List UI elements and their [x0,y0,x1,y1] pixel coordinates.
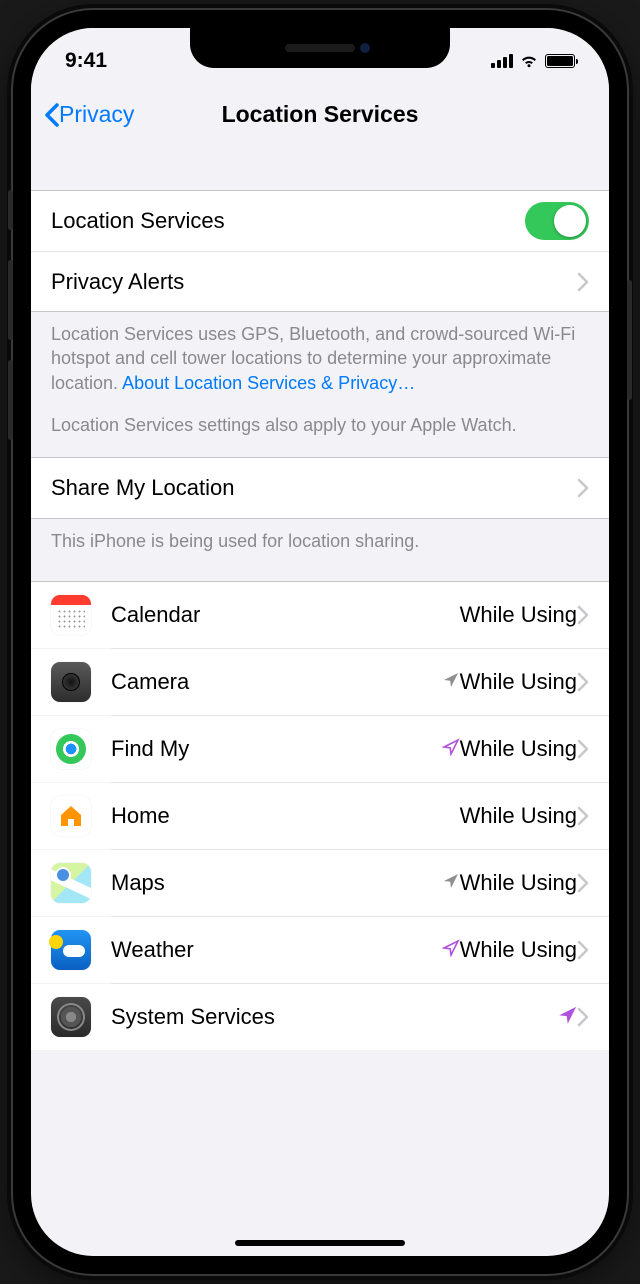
app-status-text: While Using [460,803,577,828]
app-name-label: Weather [111,937,442,963]
location-arrow-icon [442,669,460,694]
chevron-right-icon [577,672,589,692]
app-name-label: Camera [111,669,442,695]
row-label: Location Services [51,208,525,234]
back-button[interactable]: Privacy [43,101,134,128]
chevron-right-icon [577,873,589,893]
chevron-right-icon [577,739,589,759]
location-arrow-icon [442,937,460,962]
chevron-right-icon [577,272,589,292]
app-status: While Using [460,602,577,628]
app-row-weather[interactable]: Weather While Using [31,917,609,983]
chevron-right-icon [577,806,589,826]
app-row-system[interactable]: System Services [31,984,609,1050]
findmy-app-icon [51,729,91,769]
chevron-right-icon [577,1007,589,1027]
location-arrow-icon [559,1004,577,1029]
app-status-text: While Using [460,937,577,962]
weather-app-icon [51,930,91,970]
chevron-right-icon [577,605,589,625]
camera-app-icon [51,662,91,702]
app-name-label: Find My [111,736,442,762]
status-time: 9:41 [65,49,107,73]
chevron-left-icon [43,103,59,127]
system-app-icon [51,997,91,1037]
app-row-findmy[interactable]: Find My While Using [31,716,609,782]
chevron-right-icon [577,478,589,498]
home-app-icon [51,796,91,836]
app-status [559,1004,577,1030]
row-label: Privacy Alerts [51,269,577,295]
app-row-maps[interactable]: Maps While Using [31,850,609,916]
app-list: CalendarWhile UsingCameraWhile UsingFind… [31,582,609,1050]
app-status-text: While Using [460,736,577,761]
app-row-camera[interactable]: Camera While Using [31,649,609,715]
app-status: While Using [460,803,577,829]
device-notch [190,28,450,68]
app-name-label: Maps [111,870,442,896]
app-status: While Using [442,736,577,762]
app-name-label: System Services [111,1004,559,1030]
row-privacy-alerts[interactable]: Privacy Alerts [31,251,609,311]
row-label: Share My Location [51,475,577,501]
app-row-calendar[interactable]: CalendarWhile Using [31,582,609,648]
location-arrow-icon [442,736,460,761]
back-label: Privacy [59,101,134,128]
location-arrow-icon [442,870,460,895]
app-name-label: Home [111,803,460,829]
battery-icon [545,54,575,68]
row-share-my-location[interactable]: Share My Location [31,458,609,518]
toggle-location-services[interactable] [525,202,589,240]
app-status-text: While Using [460,602,577,627]
app-status-text: While Using [460,870,577,895]
app-status: While Using [442,669,577,695]
footer-paragraph: Location Services settings also apply to… [51,413,589,437]
app-status: While Using [442,937,577,963]
maps-app-icon [51,863,91,903]
chevron-right-icon [577,940,589,960]
app-status-text: While Using [460,669,577,694]
calendar-app-icon [51,595,91,635]
app-name-label: Calendar [111,602,460,628]
home-indicator[interactable] [235,1240,405,1246]
cellular-signal-icon [491,54,513,68]
section-footer: Location Services uses GPS, Bluetooth, a… [31,312,609,457]
app-row-home[interactable]: HomeWhile Using [31,783,609,849]
app-status: While Using [442,870,577,896]
section-footer: This iPhone is being used for location s… [31,519,609,581]
nav-bar: Privacy Location Services [31,84,609,146]
row-location-services[interactable]: Location Services [31,191,609,251]
wifi-icon [519,54,539,69]
about-location-link[interactable]: About Location Services & Privacy… [122,373,415,393]
